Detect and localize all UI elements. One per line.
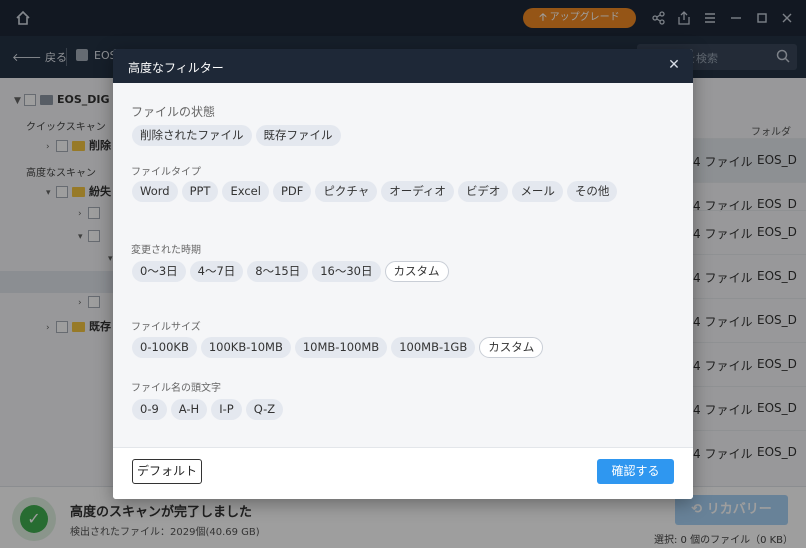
filter-chip[interactable]: 既存ファイル	[255, 125, 341, 146]
filter-chip[interactable]: PPT	[181, 181, 219, 202]
confirm-button[interactable]: 確認する	[597, 459, 674, 484]
group-label-modified: 変更された時期	[131, 245, 201, 256]
chip-group-file-type: Word PPT Excel PDF ピクチャ オーディオ ビデオ メール その他	[132, 181, 621, 202]
dialog-header: 高度なフィルター ✕	[113, 49, 693, 83]
filter-chip[interactable]: I-P	[211, 399, 242, 420]
default-button[interactable]: デフォルト	[132, 459, 202, 484]
filter-chip[interactable]: ピクチャ	[315, 181, 378, 202]
filter-chip[interactable]: 10MB-100MB	[294, 337, 388, 358]
filter-chip[interactable]: 8～15日	[247, 261, 309, 282]
filter-chip[interactable]: 100MB-1GB	[391, 337, 476, 358]
chip-group-file-status: 削除されたファイル 既存ファイル	[132, 125, 345, 146]
filter-chip[interactable]: 16～30日	[312, 261, 381, 282]
filter-chip[interactable]: その他	[566, 181, 618, 202]
dialog-title: 高度なフィルター	[128, 61, 224, 75]
group-label-file-size: ファイルサイズ	[131, 322, 201, 333]
advanced-filter-dialog: 高度なフィルター ✕ ファイルの状態 削除されたファイル 既存ファイル ファイルタ…	[113, 49, 693, 499]
filter-chip[interactable]: 4～7日	[189, 261, 244, 282]
group-label-initial: ファイル名の頭文字	[131, 383, 221, 394]
close-icon[interactable]: ✕	[667, 58, 681, 72]
filter-chip[interactable]: 0-9	[132, 399, 167, 420]
filter-chip[interactable]: 100KB-10MB	[200, 337, 291, 358]
chip-group-modified: 0～3日 4～7日 8～15日 16～30日 カスタム	[132, 261, 453, 282]
filter-chip[interactable]: メール	[512, 181, 563, 202]
filter-chip[interactable]: 0-100KB	[132, 337, 197, 358]
filter-chip[interactable]: オーディオ	[381, 181, 454, 202]
filter-chip[interactable]: 0～3日	[132, 261, 186, 282]
dialog-body: ファイルの状態 削除されたファイル 既存ファイル ファイルタイプ Word PPT E…	[113, 83, 693, 447]
filter-chip[interactable]: PDF	[272, 181, 312, 202]
filter-chip[interactable]: カスタム	[479, 337, 544, 358]
chip-group-initial: 0-9 A-H I-P Q-Z	[132, 399, 287, 420]
filter-chip[interactable]: 削除されたファイル	[132, 125, 252, 146]
group-label-file-status: ファイルの状態	[131, 105, 216, 119]
filter-chip[interactable]: Q-Z	[245, 399, 284, 420]
filter-chip[interactable]: ビデオ	[457, 181, 509, 202]
dialog-footer: デフォルト 確認する	[113, 447, 693, 499]
group-label-file-type: ファイルタイプ	[131, 167, 201, 178]
filter-chip[interactable]: A-H	[170, 399, 208, 420]
filter-chip[interactable]: カスタム	[384, 261, 449, 282]
chip-group-file-size: 0-100KB 100KB-10MB 10MB-100MB 100MB-1GB カスタム	[132, 337, 547, 358]
filter-chip[interactable]: Word	[132, 181, 178, 202]
filter-chip[interactable]: Excel	[222, 181, 269, 202]
